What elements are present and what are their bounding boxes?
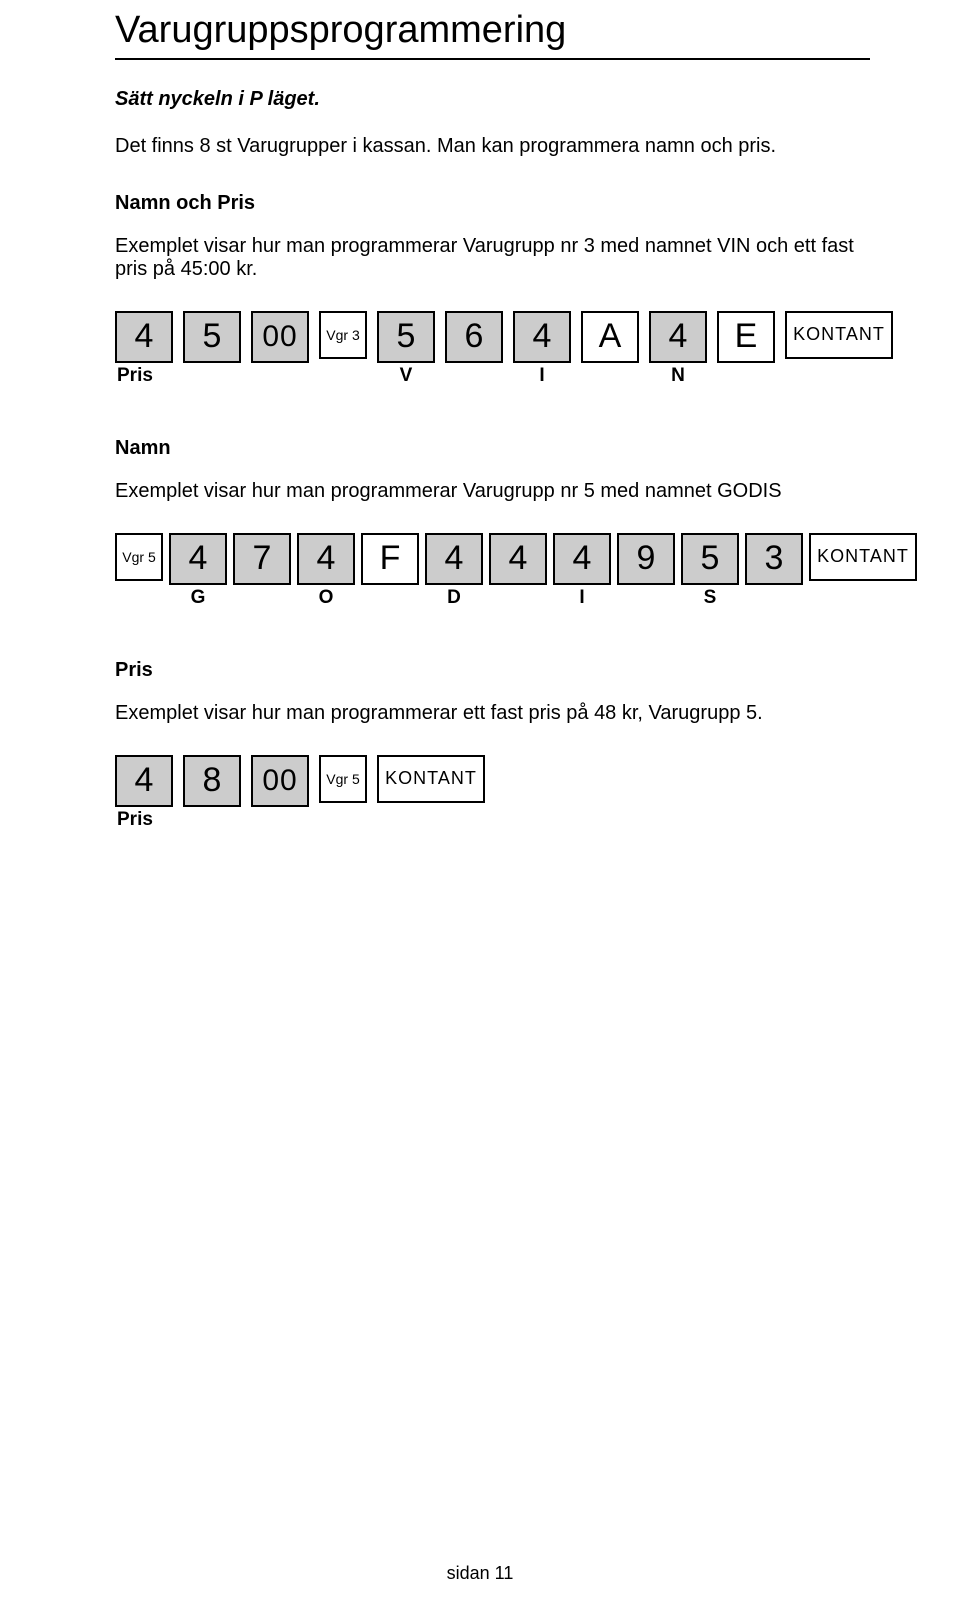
key-00-wrap: 00 (251, 311, 309, 363)
section3-body: Exemplet visar hur man programmerar ett … (115, 702, 870, 725)
keyrow-1: 4 Pris 5 00 Vgr 3 5 V 6 4 I A 4 N (115, 311, 870, 387)
key2-4e[interactable]: 4 (553, 533, 611, 585)
page: Varugruppsprogrammering Sätt nyckeln i P… (0, 0, 960, 1619)
page-footer: sidan 11 (0, 1563, 960, 1584)
key-4-wrap: 4 Pris (115, 311, 173, 387)
key-5[interactable]: 5 (183, 311, 241, 363)
key-5b-wrap: 5 V (377, 311, 435, 387)
key-vgr5-wrap: Vgr 5 (115, 533, 163, 581)
key-kontant3-wrap: KONTANT (377, 755, 485, 803)
key2-F[interactable]: F (361, 533, 419, 585)
section-heading-namn: Namn (115, 437, 870, 460)
key-4a[interactable]: 4 (513, 311, 571, 363)
key2-4a[interactable]: 4 (169, 533, 227, 585)
key2-4c-wrap: 4 D (425, 533, 483, 609)
key2-4a-wrap: 4 G (169, 533, 227, 609)
keyrow-3: 4 Pris 8 00 Vgr 5 KONTANT (115, 755, 870, 831)
title-underline (115, 58, 870, 60)
letter-I2: I (579, 587, 584, 609)
letter-D: D (447, 587, 461, 609)
key-00[interactable]: 00 (251, 311, 309, 363)
letter-I: I (539, 365, 544, 387)
key-6[interactable]: 6 (445, 311, 503, 363)
key-4[interactable]: 4 (115, 311, 173, 363)
key-kontant3[interactable]: KONTANT (377, 755, 485, 803)
key-A[interactable]: A (581, 311, 639, 363)
key-kontant1[interactable]: KONTANT (785, 311, 893, 359)
key2-7-wrap: 7 (233, 533, 291, 585)
key-4b[interactable]: 4 (649, 311, 707, 363)
page-title: Varugruppsprogrammering (115, 10, 870, 52)
key2-9[interactable]: 9 (617, 533, 675, 585)
key3-4[interactable]: 4 (115, 755, 173, 807)
key-6-wrap: 6 (445, 311, 503, 363)
key-4a-wrap: 4 I (513, 311, 571, 387)
pris-label-3: Pris (115, 809, 153, 831)
key-5b[interactable]: 5 (377, 311, 435, 363)
key-kontant2-wrap: KONTANT (809, 533, 917, 581)
key2-5-wrap: 5 S (681, 533, 739, 609)
key-vgr3[interactable]: Vgr 3 (319, 311, 367, 359)
key-kontant1-wrap: KONTANT (785, 311, 893, 359)
letter-N: N (671, 365, 685, 387)
key2-F-wrap: F (361, 533, 419, 585)
key3-8[interactable]: 8 (183, 755, 241, 807)
key-5-wrap: 5 (183, 311, 241, 363)
key-vgr5[interactable]: Vgr 5 (115, 533, 163, 581)
key-E-wrap: E (717, 311, 775, 363)
key2-5[interactable]: 5 (681, 533, 739, 585)
key2-4d-wrap: 4 (489, 533, 547, 585)
key3-vgr5-wrap: Vgr 5 (319, 755, 367, 803)
keyrow-2: Vgr 5 4 G 7 4 O F 4 D 4 4 I 9 5 (115, 533, 870, 609)
key-E[interactable]: E (717, 311, 775, 363)
section1-body: Exemplet visar hur man programmerar Varu… (115, 235, 870, 281)
letter-O: O (319, 587, 334, 609)
key2-4e-wrap: 4 I (553, 533, 611, 609)
section2-body: Exemplet visar hur man programmerar Varu… (115, 480, 870, 503)
key2-9-wrap: 9 (617, 533, 675, 585)
key2-3[interactable]: 3 (745, 533, 803, 585)
key-A-wrap: A (581, 311, 639, 363)
key3-00-wrap: 00 (251, 755, 309, 807)
key2-4c[interactable]: 4 (425, 533, 483, 585)
section-heading-pris: Pris (115, 659, 870, 682)
letter-G: G (191, 587, 206, 609)
key2-4d[interactable]: 4 (489, 533, 547, 585)
key3-8-wrap: 8 (183, 755, 241, 807)
key2-7[interactable]: 7 (233, 533, 291, 585)
key3-vgr5[interactable]: Vgr 5 (319, 755, 367, 803)
key3-00[interactable]: 00 (251, 755, 309, 807)
key2-3-wrap: 3 (745, 533, 803, 585)
key2-4b[interactable]: 4 (297, 533, 355, 585)
letter-S: S (704, 587, 717, 609)
intro-text: Det finns 8 st Varugrupper i kassan. Man… (115, 135, 870, 158)
key-4b-wrap: 4 N (649, 311, 707, 387)
section-heading-namn-och-pris: Namn och Pris (115, 192, 870, 215)
pris-label: Pris (115, 365, 153, 387)
instruction-p-mode: Sätt nyckeln i P läget. (115, 88, 870, 111)
key-vgr3-wrap: Vgr 3 (319, 311, 367, 359)
key3-4-wrap: 4 Pris (115, 755, 173, 831)
key-kontant2[interactable]: KONTANT (809, 533, 917, 581)
letter-V: V (400, 365, 413, 387)
key2-4b-wrap: 4 O (297, 533, 355, 609)
